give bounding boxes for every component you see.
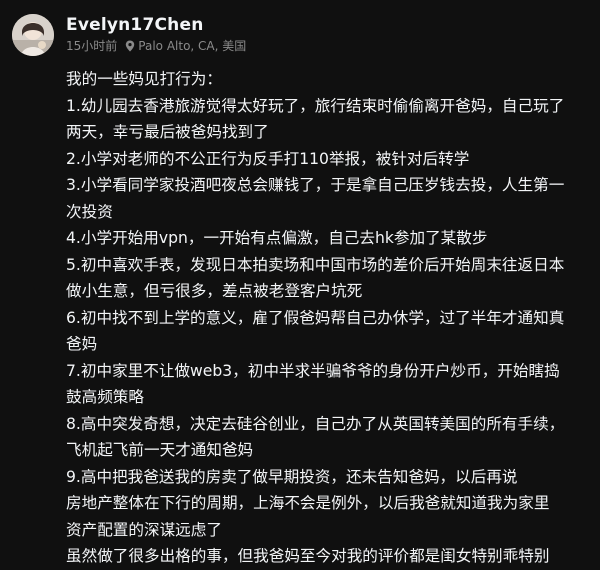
post-line: 鼓高频策略 <box>66 388 144 406</box>
post-meta: 15小时前 Palo Alto, CA, 美国 <box>66 38 246 54</box>
post-line: 8.高中突发奇想，决定去硅谷创业，自己办了从英国转美国的所有手续， <box>66 414 565 433</box>
post-line: 1.幼儿园去香港旅游觉得太好玩了，旅行结束时偷偷离开爸妈，自己玩了 <box>66 96 565 115</box>
post-line: 2.小学对老师的不公正行为反手打110举报，被针对后转学 <box>66 149 470 168</box>
timestamp: 15小时前 <box>66 39 118 53</box>
post-line: 3.小学看同学家投酒吧夜总会赚钱了，于是拿自己压岁钱去投，人生第一 <box>66 176 565 194</box>
post-card: Evelyn17Chen 15小时前 Palo Alto, CA, 美国 我的一… <box>0 0 600 570</box>
location-pin-icon <box>126 40 135 52</box>
post-line: 做小生意，但亏很多，差点被老登客户坑死 <box>66 282 363 300</box>
post-line: 7.初中家里不让做web3，初中半求半骗爷爷的身份开户炒币，开始瞎捣 <box>66 361 560 380</box>
post-body: 我的一些妈见打行为： 1.幼儿园去香港旅游觉得太好玩了，旅行结束时偷偷离开爸妈，… <box>66 66 600 570</box>
post-line: 次投资 <box>66 202 113 221</box>
post-line: 飞机起飞前一天才通知爸妈 <box>66 441 254 459</box>
avatar-image <box>12 14 54 56</box>
post-line: 房地产整体在下行的周期，上海不会是例外，以后我爸就知道我为家里 <box>66 494 550 512</box>
post-line: 两天，幸亏最后被爸妈找到了 <box>66 123 269 141</box>
post-line: 4.小学开始用vpn，一开始有点偏激，自己去hk参加了某散步 <box>66 229 488 247</box>
username[interactable]: Evelyn17Chen <box>66 14 204 36</box>
post-line: 虽然做了很多出格的事，但我爸妈至今对我的评价都是闺女特别乖特别 <box>66 547 550 565</box>
post-line: 爸妈 <box>66 335 98 353</box>
avatar[interactable] <box>12 14 54 56</box>
post-line: 资产配置的深谋远虑了 <box>66 520 222 539</box>
post-line: 我的一些妈见打行为： <box>66 70 222 88</box>
post-line: 5.初中喜欢手表，发现日本拍卖场和中国市场的差价后开始周末往返日本 <box>66 255 565 274</box>
post-line: 9.高中把我爸送我的房卖了做早期投资，还未告知爸妈，以后再说 <box>66 467 518 486</box>
location[interactable]: Palo Alto, CA, 美国 <box>138 38 246 54</box>
post-line: 6.初中找不到上学的意义，雇了假爸妈帮自己办休学，过了半年才通知真 <box>66 308 565 327</box>
